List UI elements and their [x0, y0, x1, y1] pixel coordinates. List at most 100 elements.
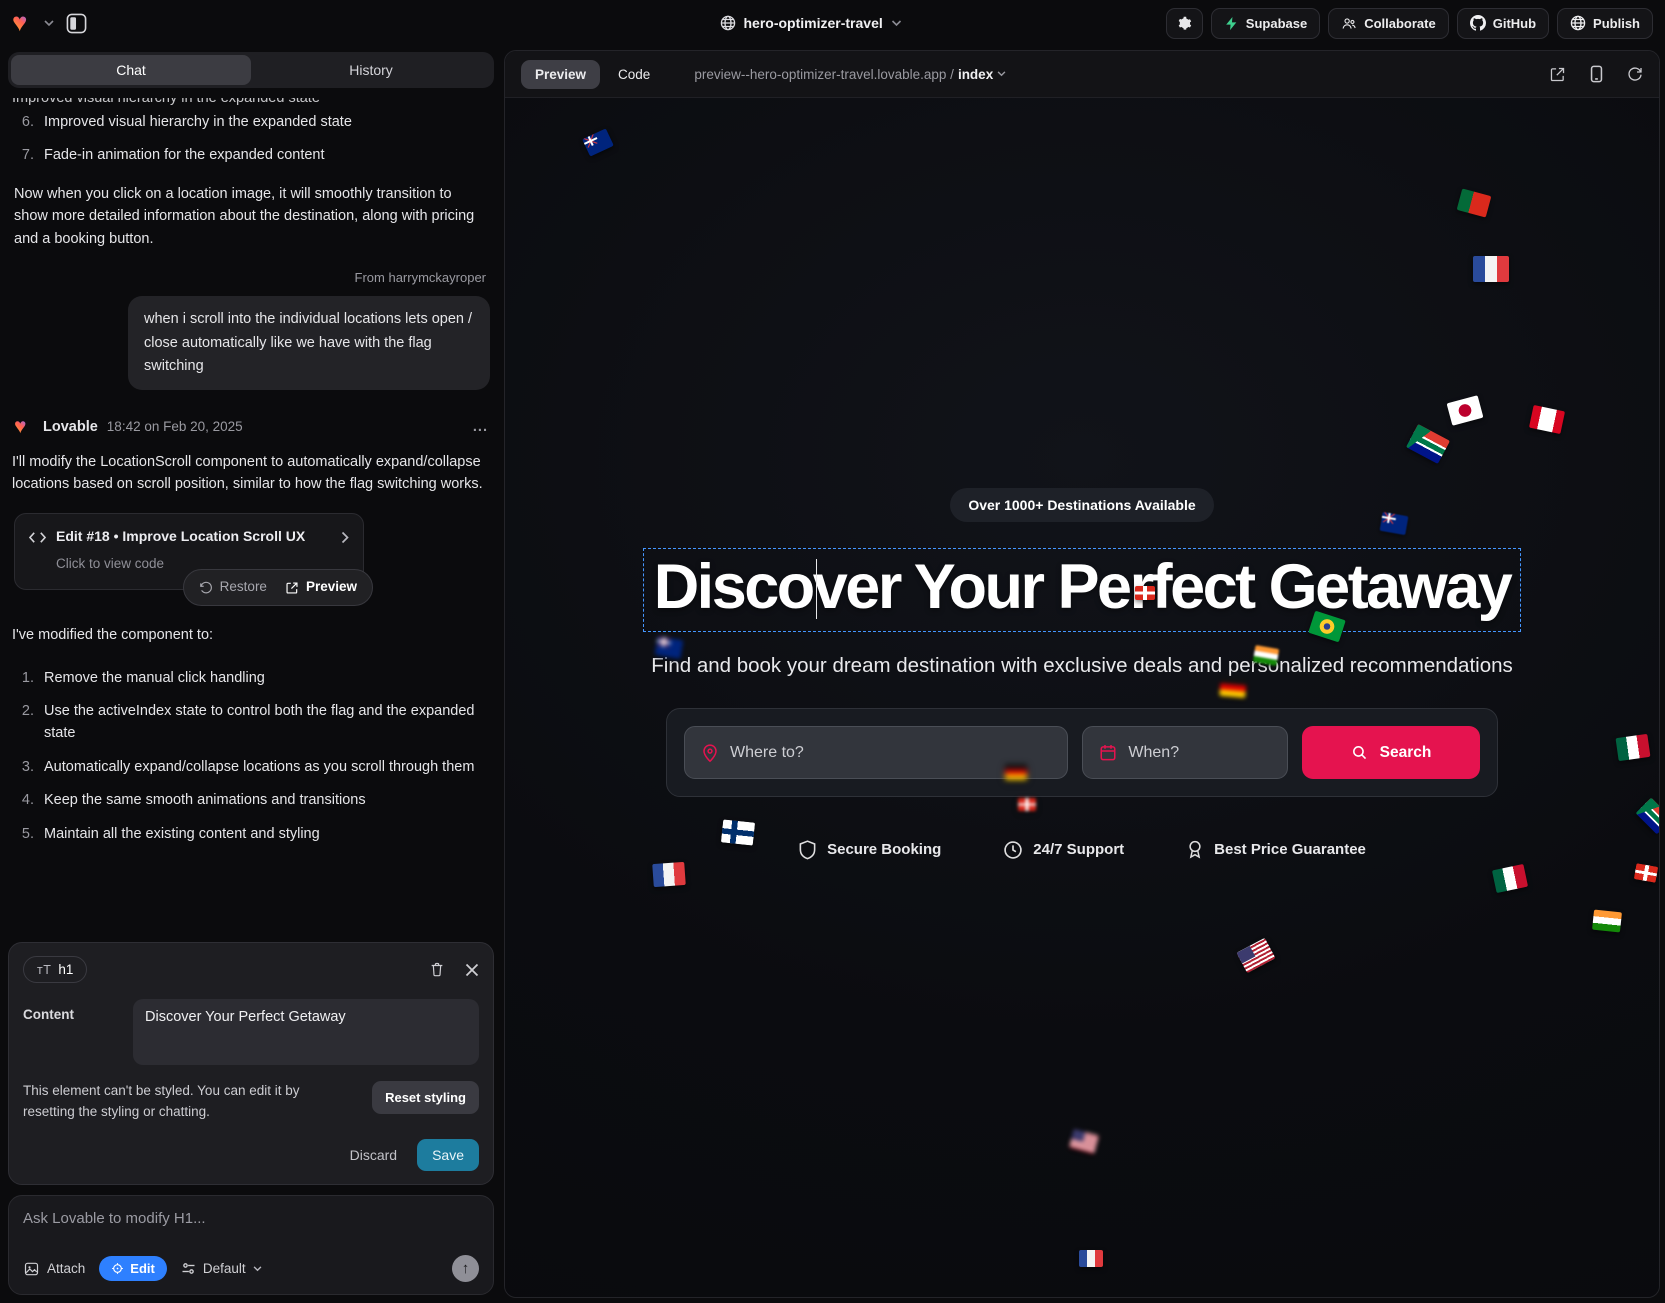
clock-icon	[1003, 840, 1023, 860]
edit-version-card[interactable]: Edit #18 • Improve Location Scroll UX Cl…	[14, 513, 364, 590]
flag-ch-icon	[1135, 586, 1155, 600]
attach-button[interactable]: Attach	[23, 1261, 85, 1277]
assistant-list-top: 6. Improved visual hierarchy in the expa…	[12, 111, 490, 167]
when-input[interactable]: When?	[1082, 726, 1288, 779]
assistant-list-modified: 1.Remove the manual click handling 2.Use…	[12, 667, 490, 846]
text-caret	[816, 559, 818, 619]
type-icon: ᴛT	[37, 963, 51, 977]
tab-history[interactable]: History	[251, 55, 491, 85]
reset-styling-button[interactable]: Reset styling	[372, 1081, 479, 1114]
features-row: Secure Booking 24/7 Support Best Price G…	[798, 839, 1366, 860]
flag-pt-icon	[1457, 188, 1492, 217]
message-more-menu[interactable]: ...	[473, 416, 488, 438]
restore-button[interactable]: Restore	[199, 577, 267, 598]
modified-intro: I've modified the component to:	[12, 624, 490, 646]
mode-select[interactable]: Default	[181, 1261, 262, 1276]
flag-fr-icon	[652, 862, 686, 887]
url-chevron-down-icon	[997, 71, 1006, 77]
publish-button[interactable]: Publish	[1557, 8, 1653, 39]
list-item: 3.Automatically expand/collapse location…	[12, 756, 490, 778]
discard-button[interactable]: Discard	[350, 1147, 397, 1163]
assistant-intro: I'll modify the LocationScroll component…	[12, 451, 490, 496]
award-icon	[1186, 839, 1204, 860]
preview-version-button[interactable]: Preview	[285, 577, 357, 598]
assistant-message-header: ♥ Lovable 18:42 on Feb 20, 2025 ...	[14, 416, 488, 438]
content-label: Content	[23, 999, 119, 1065]
h1-selection-box[interactable]: Discover Your Perfect Getaway	[643, 548, 1522, 632]
people-icon	[1341, 16, 1357, 31]
preview-panel: Preview Code preview--hero-optimizer-tra…	[504, 50, 1660, 1298]
content-textarea[interactable]: Discover Your Perfect Getaway	[133, 999, 479, 1065]
project-name: hero-optimizer-travel	[744, 15, 883, 31]
list-item: 4.Keep the same smooth animations and tr…	[12, 789, 490, 811]
tab-chat[interactable]: Chat	[11, 55, 251, 85]
send-button[interactable]: ↑	[452, 1255, 479, 1282]
composer-input[interactable]: Ask Lovable to modify H1...	[23, 1210, 479, 1227]
flag-de-icon	[1219, 677, 1247, 698]
tab-preview[interactable]: Preview	[521, 60, 600, 89]
composer: Ask Lovable to modify H1... Attach Edit	[8, 1195, 494, 1295]
settings-button[interactable]	[1166, 8, 1203, 39]
open-in-new-tab-icon[interactable]	[1549, 66, 1566, 83]
flag-mx-icon	[1616, 734, 1651, 761]
flag-fr-icon	[1079, 1250, 1103, 1267]
code-icon	[29, 531, 46, 544]
flag-fi-icon	[721, 819, 755, 845]
flag-us-icon	[1236, 938, 1275, 973]
topbar: ♥ hero-optimizer-travel Supabase	[0, 0, 1665, 46]
github-button[interactable]: GitHub	[1457, 8, 1549, 39]
chat-panel: Chat History Improved visual hierarchy i…	[0, 46, 502, 1303]
element-tag: h1	[58, 962, 73, 977]
collaborate-button[interactable]: Collaborate	[1328, 8, 1449, 39]
lovable-avatar-heart-icon: ♥	[14, 418, 34, 437]
delete-element-button[interactable]	[429, 961, 445, 978]
project-switcher[interactable]: hero-optimizer-travel	[720, 0, 902, 46]
chat-scroll-area[interactable]: Improved visual hierarchy in the expande…	[8, 88, 494, 942]
assistant-name: Lovable	[43, 416, 98, 438]
search-button[interactable]: Search	[1302, 726, 1480, 779]
edit-card-title: Edit #18 • Improve Location Scroll UX	[56, 526, 305, 548]
supabase-bolt-icon	[1224, 16, 1239, 31]
chevron-down-icon	[253, 1266, 262, 1272]
restore-preview-pill: Restore Preview	[183, 569, 373, 606]
preview-header: Preview Code preview--hero-optimizer-tra…	[505, 51, 1659, 98]
flag-mx-icon	[1492, 864, 1528, 893]
image-icon	[23, 1261, 40, 1277]
lovable-logo-heart-icon[interactable]: ♥	[12, 12, 36, 34]
chat-history-tabs: Chat History	[8, 52, 494, 88]
message-timestamp: 18:42 on Feb 20, 2025	[107, 417, 243, 438]
chevron-right-icon	[341, 531, 349, 544]
publish-globe-icon	[1570, 15, 1586, 31]
flag-ch-icon	[1634, 863, 1658, 883]
destinations-badge: Over 1000+ Destinations Available	[950, 488, 1213, 522]
element-editor-panel: ᴛT h1 Content Discover Your Perfect Geta…	[8, 942, 494, 1185]
close-editor-button[interactable]	[465, 963, 479, 977]
flag-in-icon	[1592, 910, 1622, 933]
tab-code[interactable]: Code	[604, 60, 664, 89]
preview-viewport[interactable]: Over 1000+ Destinations Available Discov…	[505, 98, 1659, 1297]
save-button[interactable]: Save	[417, 1139, 479, 1171]
supabase-button[interactable]: Supabase	[1211, 8, 1320, 39]
user-message-bubble: when i scroll into the individual locati…	[128, 296, 490, 390]
preview-url[interactable]: preview--hero-optimizer-travel.lovable.a…	[694, 67, 1006, 82]
flag-za-icon	[1406, 424, 1450, 464]
hero-title[interactable]: Discover Your Perfect Getaway	[654, 551, 1511, 623]
feature-best-price: Best Price Guarantee	[1186, 839, 1366, 860]
logo-chevron-down-icon[interactable]	[44, 20, 54, 27]
globe-icon	[720, 15, 736, 31]
feature-support: 24/7 Support	[1003, 839, 1124, 860]
search-bar: Where to? When? Search	[666, 708, 1498, 797]
edit-mode-toggle[interactable]: Edit	[99, 1256, 167, 1281]
mobile-view-icon[interactable]	[1590, 65, 1603, 83]
hero-subtitle: Find and book your dream destination wit…	[651, 654, 1513, 678]
sidebar-toggle-button[interactable]	[62, 9, 91, 38]
github-icon	[1470, 15, 1486, 31]
list-item: 2.Use the activeIndex state to control b…	[12, 700, 490, 745]
flag-ca-icon	[1529, 405, 1565, 434]
flag-jp-icon	[1447, 395, 1484, 425]
refresh-icon[interactable]	[1627, 66, 1643, 82]
flag-de-icon	[1005, 764, 1027, 780]
styling-note: This element can't be styled. You can ed…	[23, 1081, 331, 1123]
hero-section: Over 1000+ Destinations Available Discov…	[505, 488, 1659, 860]
element-tag-pill[interactable]: ᴛT h1	[23, 956, 87, 983]
